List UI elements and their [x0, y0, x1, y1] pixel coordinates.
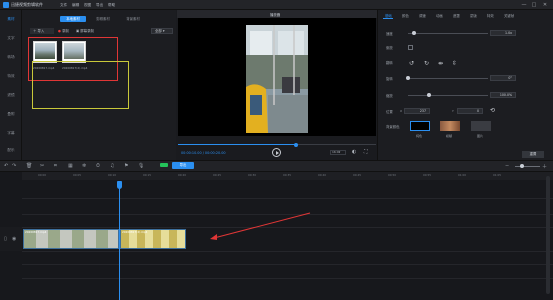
playhead-line: [119, 185, 120, 300]
timeline-scrollbar[interactable]: [546, 176, 550, 294]
playhead-handle[interactable]: [117, 181, 122, 189]
annotation-arrow: [210, 212, 311, 240]
